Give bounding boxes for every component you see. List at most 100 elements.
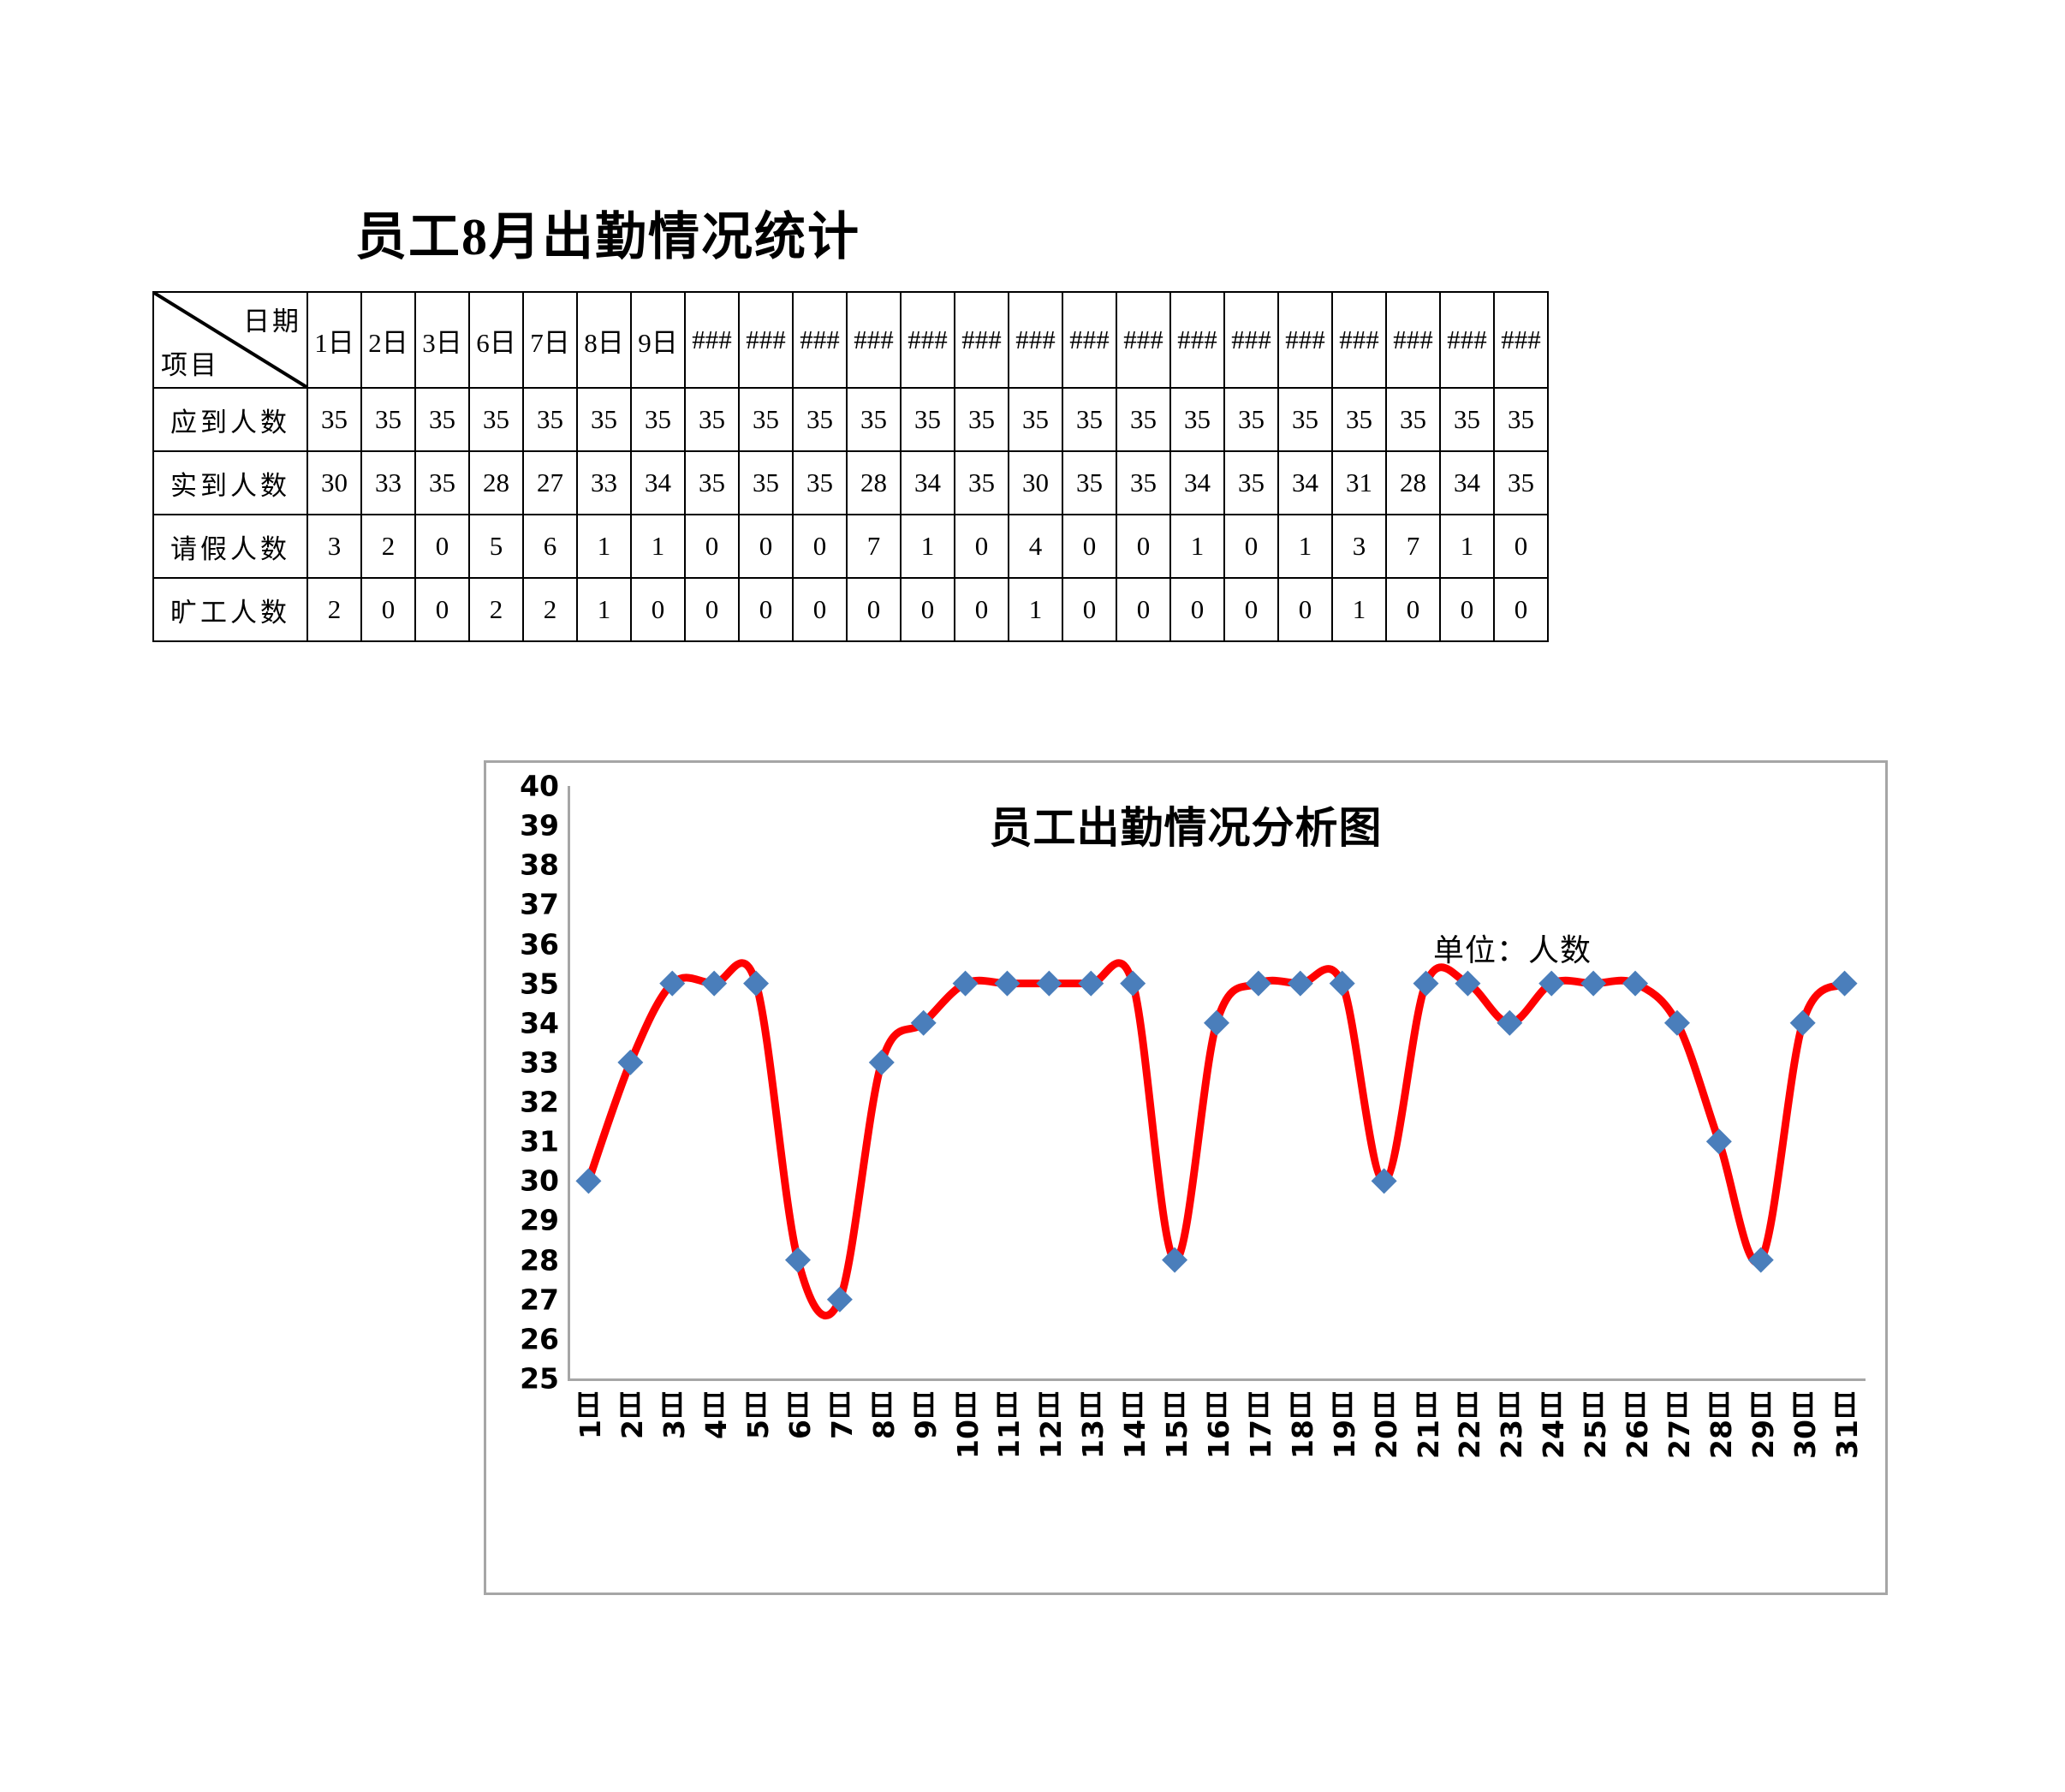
table-cell: 1: [576, 577, 632, 642]
data-point-marker[interactable]: [784, 1247, 811, 1273]
table-cell: 34: [630, 450, 686, 515]
y-axis-tick: 34: [520, 1006, 559, 1040]
table-cell: 3: [1331, 514, 1387, 579]
chart-plot-area: [575, 959, 1858, 1319]
table-cell: 35: [954, 387, 1009, 452]
data-point-marker[interactable]: [1831, 970, 1858, 997]
table-cell: 34: [900, 450, 955, 515]
table-corner-cell: 日期 项目: [152, 291, 308, 389]
table-day-header: ###: [1385, 291, 1441, 389]
x-axis-tick: 8日: [864, 1391, 901, 1444]
table-cell: 33: [576, 450, 632, 515]
table-cell: 35: [1439, 387, 1495, 452]
table-cell: 28: [468, 450, 524, 515]
table-cell: 0: [846, 577, 902, 642]
table-cell: 0: [1223, 514, 1279, 579]
table-cell: 0: [360, 577, 416, 642]
table-cell: 2: [360, 514, 416, 579]
x-axis-tick-label: 17日: [1243, 1391, 1277, 1459]
y-axis-tick: 28: [520, 1243, 559, 1277]
table-day-header: ###: [1493, 291, 1549, 389]
table-cell: 6: [522, 514, 578, 579]
table-cell: 1: [1331, 577, 1387, 642]
table-row: 请假人数 3 2 0 5 6 1 1 0 0 0 7 1 0 4 0 0 1 0 1 3 7 1 0: [152, 514, 1549, 579]
data-point-marker[interactable]: [1287, 970, 1313, 997]
x-axis-tick-label: 24日: [1537, 1391, 1571, 1459]
table-cell: 34: [1277, 450, 1333, 515]
table-day-header: ###: [846, 291, 902, 389]
table-cell: 35: [414, 387, 470, 452]
data-point-marker[interactable]: [1705, 1128, 1732, 1155]
table-cell: 28: [1385, 450, 1441, 515]
table-cell: 2: [522, 577, 578, 642]
table-day-header: 1日: [306, 291, 362, 389]
table-cell: 35: [1062, 387, 1117, 452]
table-cell: 1: [1008, 577, 1063, 642]
table-day-header: ###: [1062, 291, 1117, 389]
table-cell: 0: [738, 514, 794, 579]
table-row-label: 旷工人数: [152, 577, 308, 642]
table-cell: 35: [468, 387, 524, 452]
table-row: 应到人数 35 35 35 35 35 35 35 35 35 35 35 35 35 35 35 35 35 35…: [152, 387, 1549, 452]
x-axis-tick-label: 12日: [1034, 1391, 1068, 1459]
attendance-table-wrap: 日期 项目 1日 2日 3日 6日 7日 8日 9日 ### ### ### ### ### ### ### #…: [152, 291, 1549, 642]
data-point-marker[interactable]: [1245, 970, 1271, 997]
table-cell: 35: [1062, 450, 1117, 515]
x-axis-tick: 6日: [780, 1391, 817, 1444]
data-point-marker[interactable]: [617, 1049, 644, 1075]
table-cell: 35: [792, 387, 848, 452]
x-axis-tick: 3日: [654, 1391, 691, 1444]
table-row: 旷工人数 2 0 0 2 2 1 0 0 0 0 0 0 0 1 0 0 0 0 0 1 0 0 0: [152, 577, 1549, 642]
y-axis-tick: 25: [520, 1361, 559, 1396]
table-cell: 28: [846, 450, 902, 515]
x-axis-tick-label: 21日: [1411, 1391, 1445, 1459]
x-axis-tick: 16日: [1199, 1391, 1235, 1463]
table-cell: 7: [1385, 514, 1441, 579]
table-cell: 35: [954, 450, 1009, 515]
data-point-marker[interactable]: [1580, 970, 1607, 997]
x-axis-tick-label: 27日: [1662, 1391, 1696, 1459]
x-axis-tick-label: 14日: [1118, 1391, 1152, 1459]
table-day-header: ###: [738, 291, 794, 389]
table-cell: 1: [576, 514, 632, 579]
x-axis-tick: 7日: [822, 1391, 859, 1444]
table-cell: 7: [846, 514, 902, 579]
x-axis-tick: 20日: [1366, 1391, 1403, 1463]
table-cell: 0: [414, 514, 470, 579]
table-cell: 35: [1169, 387, 1225, 452]
table-cell: 0: [1169, 577, 1225, 642]
x-axis-tick: 10日: [948, 1391, 985, 1463]
data-point-marker[interactable]: [575, 1168, 602, 1194]
table-cell: 35: [846, 387, 902, 452]
chart-container[interactable]: 员工出勤情况分析图 单位：人数 40 39 38 37 36 35 34 33 32 31 30 29…: [484, 760, 1888, 1595]
data-point-marker[interactable]: [1036, 970, 1062, 997]
x-axis-tick-label: 26日: [1621, 1391, 1655, 1459]
table-cell: 35: [306, 387, 362, 452]
table-cell: 30: [1008, 450, 1063, 515]
table-cell: 35: [1223, 450, 1279, 515]
data-point-marker[interactable]: [994, 970, 1021, 997]
table-cell: 27: [522, 450, 578, 515]
x-axis-tick-labels: 1日 2日 3日 4日 5日 6日 7日 8日 9日 10日 11日 12日 13日 14日 15日 16日 1…: [568, 1391, 1866, 1494]
data-point-marker[interactable]: [868, 1049, 895, 1075]
data-point-marker[interactable]: [1120, 970, 1146, 997]
data-point-marker[interactable]: [1789, 1009, 1816, 1036]
x-axis-tick-label: 19日: [1327, 1391, 1361, 1459]
x-axis-tick-label: 13日: [1076, 1391, 1110, 1459]
data-point-marker[interactable]: [1204, 1009, 1229, 1036]
table-cell: 35: [1493, 450, 1549, 515]
data-point-marker[interactable]: [743, 970, 770, 997]
y-axis-tick-labels: 40 39 38 37 36 35 34 33 32 31 30 29 28 27 26 25: [486, 770, 559, 1396]
table-cell: 0: [684, 514, 740, 579]
y-axis-tick: 27: [520, 1283, 559, 1317]
table-day-header: ###: [1008, 291, 1063, 389]
table-cell: 35: [1493, 387, 1549, 452]
table-row-label: 请假人数: [152, 514, 308, 579]
y-axis-tick: 35: [520, 967, 559, 1001]
table-cell: 1: [1169, 514, 1225, 579]
table-cell: 0: [738, 577, 794, 642]
x-axis-tick-label: 1日: [574, 1391, 608, 1439]
x-axis-tick: 5日: [738, 1391, 775, 1444]
y-axis-tick: 37: [520, 887, 559, 921]
data-point-marker[interactable]: [1622, 970, 1649, 997]
